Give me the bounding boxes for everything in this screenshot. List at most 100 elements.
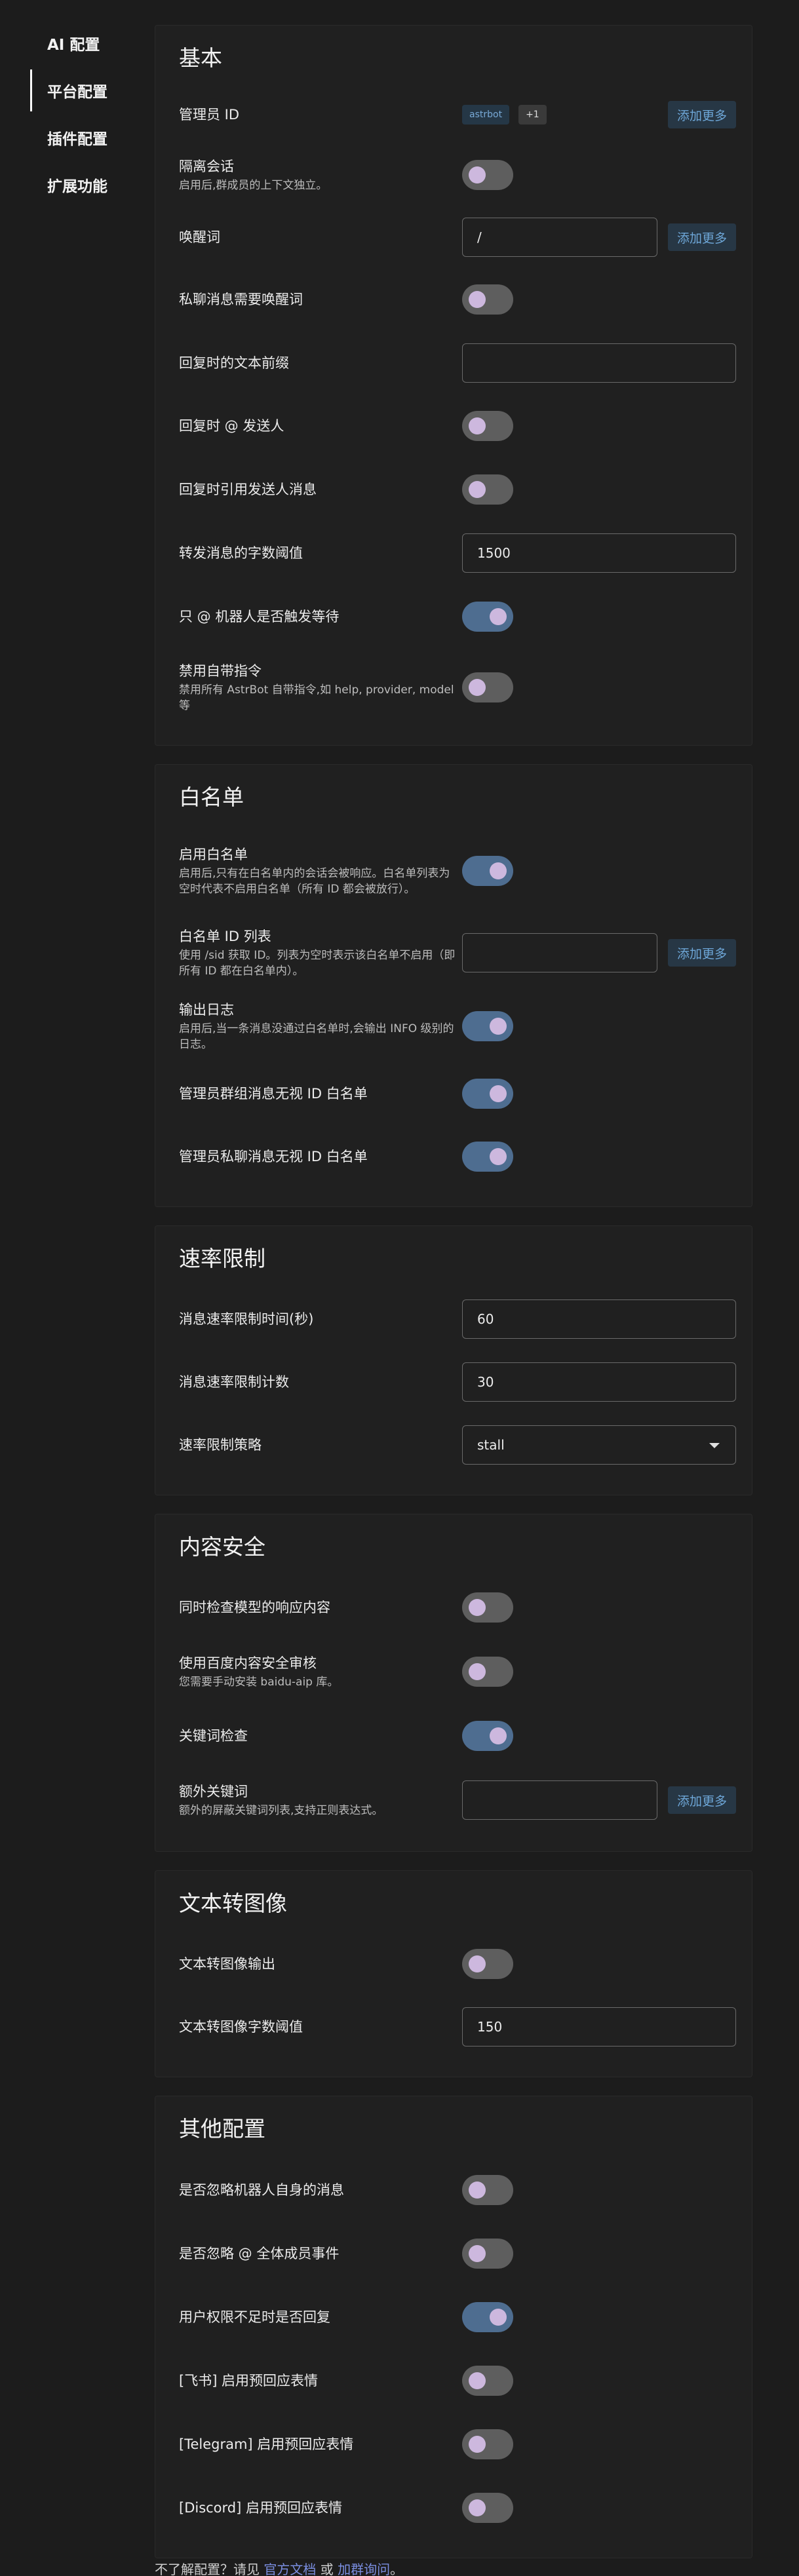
toggle-knob (469, 1599, 486, 1616)
label: 速率限制策略 (179, 1437, 262, 1453)
description: 额外的屏蔽关键词列表,支持正则表达式。 (179, 1804, 383, 1817)
baidu-audit-toggle[interactable] (462, 1657, 513, 1687)
nav-platform-config[interactable]: 平台配置 (0, 67, 151, 114)
discord-reaction-toggle[interactable] (462, 2492, 513, 2523)
label: [Telegram] 启用预回应表情 (179, 2436, 354, 2452)
toggle-knob (469, 2244, 486, 2262)
admin-group-ignore-toggle[interactable] (462, 1079, 513, 1109)
toggle-knob (490, 1018, 507, 1035)
toggle-knob (469, 2499, 486, 2516)
row-t2i-threshold: 文本转图像字数阈值 150 (155, 1995, 752, 2058)
section-rate-limit: 速率限制 消息速率限制时间(秒) 60 消息速率限制计数 30 速率限制策略 s… (155, 1225, 752, 1495)
footer-suffix: 。 (390, 2562, 404, 2576)
docs-link[interactable]: 官方文档 (263, 2562, 316, 2576)
toggle-knob (490, 1085, 507, 1102)
enable-whitelist-toggle[interactable] (462, 856, 513, 886)
t2i-output-toggle[interactable] (462, 1949, 513, 1979)
admin-id-chip[interactable]: astrbot (462, 105, 510, 125)
row-check-model: 同时检查模型的响应内容 (155, 1576, 752, 1639)
section-title: 其他配置 (179, 2116, 265, 2142)
admin-private-ignore-toggle[interactable] (462, 1142, 513, 1172)
toggle-knob (469, 679, 486, 696)
keyword-check-toggle[interactable] (462, 1721, 513, 1751)
rate-strategy-select[interactable]: stall (462, 1425, 736, 1465)
toggle-knob (469, 2181, 486, 2199)
label: 输出日志 (179, 1002, 234, 1018)
label: [Discord] 启用预回应表情 (179, 2499, 342, 2516)
reply-at-toggle[interactable] (462, 411, 513, 441)
row-rate-time: 消息速率限制时间(秒) 60 (155, 1288, 752, 1351)
toggle-knob (490, 1727, 507, 1744)
row-admin-id: 管理员 ID astrbot +1 添加更多 (155, 87, 752, 142)
toggle-knob (469, 481, 486, 498)
disable-builtin-toggle[interactable] (462, 672, 513, 702)
reply-prefix-input[interactable] (462, 343, 736, 383)
label: 隔离会话 (179, 159, 234, 174)
section-whitelist: 白名单 启用白名单 启用后,只有在白名单内的会话会被响应。白名单列表为空时代表不… (155, 764, 752, 1207)
nav-ai-config[interactable]: AI 配置 (0, 20, 151, 67)
ignore-self-toggle[interactable] (462, 2174, 513, 2205)
row-only-at-wait: 只 @ 机器人是否触发等待 (155, 585, 752, 648)
row-extra-keywords: 额外关键词 额外的屏蔽关键词列表,支持正则表达式。 添加更多 (155, 1767, 752, 1833)
label: 禁用自带指令 (179, 663, 262, 679)
row-disable-builtin: 禁用自带指令 禁用所有 AstrBot 自带指令,如 help, provide… (155, 648, 752, 727)
toggle-knob (469, 291, 486, 308)
side-nav: AI 配置 平台配置 插件配置 扩展功能 (0, 20, 151, 208)
label: 关键词检查 (179, 1728, 248, 1744)
row-isolate-session: 隔离会话 启用后,群成员的上下文独立。 (155, 142, 752, 208)
more-chip-count[interactable]: +1 (518, 105, 547, 125)
nav-plugin-config[interactable]: 插件配置 (0, 114, 151, 161)
label: 用户权限不足时是否回复 (179, 2309, 330, 2325)
label: 文本转图像输出 (179, 1956, 275, 1972)
add-keyword-button[interactable]: 添加更多 (667, 1786, 736, 1814)
no-permission-reply-toggle[interactable] (462, 2301, 513, 2332)
row-admin-private-ignore: 管理员私聊消息无视 ID 白名单 (155, 1125, 752, 1188)
isolate-session-toggle[interactable] (462, 160, 513, 190)
label: 使用百度内容安全审核 (179, 1655, 317, 1671)
row-reply-quote: 回复时引用发送人消息 (155, 458, 752, 521)
selected-value: stall (477, 1437, 505, 1453)
whitelist-log-toggle[interactable] (462, 1011, 513, 1041)
section-title: 基本 (179, 45, 222, 71)
add-admin-id-button[interactable]: 添加更多 (667, 101, 736, 128)
row-telegram-reaction: [Telegram] 启用预回应表情 (155, 2412, 752, 2476)
join-group-link[interactable]: 加群询问 (338, 2562, 390, 2576)
row-whitelist-list: 白名单 ID 列表 使用 /sid 获取 ID。列表为空时表示该白名单不启用（即… (155, 915, 752, 990)
t2i-threshold-input[interactable]: 150 (462, 2007, 736, 2047)
label: 同时检查模型的响应内容 (179, 1600, 330, 1615)
toggle-knob (469, 1955, 486, 1972)
check-model-toggle[interactable] (462, 1592, 513, 1623)
add-whitelist-id-button[interactable]: 添加更多 (667, 939, 736, 967)
label: 回复时引用发送人消息 (179, 482, 317, 497)
wake-word-input[interactable]: / (462, 218, 657, 257)
feishu-reaction-toggle[interactable] (462, 2365, 513, 2396)
label: 白名单 ID 列表 (179, 929, 271, 944)
label: 管理员群组消息无视 ID 白名单 (179, 1086, 368, 1102)
row-forward-threshold: 转发消息的字数阈值 1500 (155, 521, 752, 585)
label: 私聊消息需要唤醒词 (179, 292, 303, 307)
private-wake-toggle[interactable] (462, 284, 513, 315)
row-reply-at: 回复时 @ 发送人 (155, 394, 752, 458)
label: [飞书] 启用预回应表情 (179, 2372, 319, 2389)
rate-count-input[interactable]: 30 (462, 1362, 736, 1402)
toggle-knob (469, 417, 486, 434)
section-title: 速率限制 (179, 1246, 265, 1271)
nav-extensions[interactable]: 扩展功能 (0, 161, 151, 208)
section-title: 内容安全 (179, 1534, 265, 1560)
row-feishu-reaction: [飞书] 启用预回应表情 (155, 2349, 752, 2412)
row-keyword-check: 关键词检查 (155, 1704, 752, 1767)
forward-threshold-input[interactable]: 1500 (462, 533, 736, 573)
telegram-reaction-toggle[interactable] (462, 2429, 513, 2459)
reply-quote-toggle[interactable] (462, 474, 513, 505)
rate-time-input[interactable]: 60 (462, 1299, 736, 1339)
only-at-wait-toggle[interactable] (462, 602, 513, 632)
add-wake-word-button[interactable]: 添加更多 (667, 223, 736, 251)
toggle-knob (469, 166, 486, 183)
ignore-at-all-toggle[interactable] (462, 2238, 513, 2269)
row-wake-word: 唤醒词 / 添加更多 (155, 208, 752, 267)
label: 消息速率限制时间(秒) (179, 1311, 314, 1327)
toggle-knob (469, 1663, 486, 1680)
label: 管理员私聊消息无视 ID 白名单 (179, 1149, 368, 1164)
whitelist-id-input[interactable] (462, 933, 657, 972)
extra-keyword-input[interactable] (462, 1780, 657, 1820)
